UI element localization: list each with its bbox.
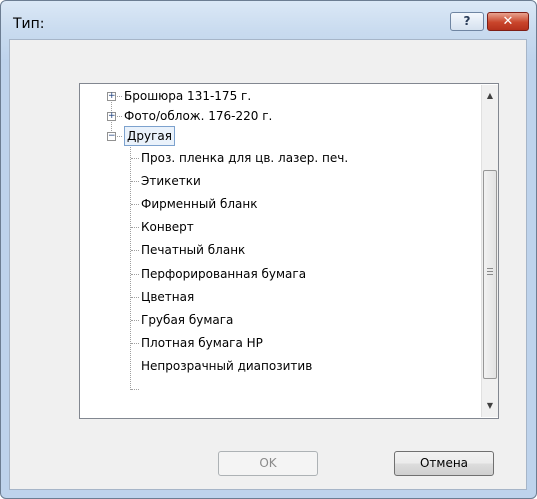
ok-button[interactable]: OK [218,451,318,476]
tree-connector [131,250,139,251]
scroll-up-arrow-icon[interactable]: ▲ [482,87,498,104]
tree-item-labels[interactable]: Этикетки [141,172,201,190]
dialog-title: Тип: [13,16,45,32]
dialog-window: Тип: ? ✕ + Брошюра 131-175 г. + Фото/обл… [0,0,537,499]
media-type-tree[interactable]: + Брошюра 131-175 г. + Фото/облож. 176-2… [79,83,499,419]
tree-connector [131,181,139,182]
tree-connector [131,158,139,159]
cancel-button[interactable]: Отмена [394,451,494,476]
tree-connector [131,227,139,228]
tree-connector [131,343,139,344]
expand-icon[interactable]: + [107,112,116,121]
tree-connector [131,204,139,205]
expand-icon[interactable]: + [107,92,116,101]
scroll-down-arrow-icon[interactable]: ▼ [482,397,498,414]
tree-item-transparency[interactable]: Проз. пленка для цв. лазер. печ. [141,149,348,167]
tree-item-envelope[interactable]: Конверт [141,218,194,236]
tree-item-prepunched[interactable]: Перфорированная бумага [141,265,306,283]
tree-item-preprinted[interactable]: Печатный бланк [141,241,245,259]
tree-item-colored[interactable]: Цветная [141,288,194,306]
tree-item-brochure[interactable]: Брошюра 131-175 г. [124,87,251,105]
collapse-icon[interactable]: − [107,132,116,141]
tree-connector [117,116,122,117]
tree-connector [117,136,122,137]
tree-connector [131,274,139,275]
scrollbar-thumb[interactable] [483,170,497,379]
tree-item-hp-tough[interactable]: Плотная бумага HP [141,334,263,352]
tree-connector [131,320,139,321]
tree-connector [131,297,139,298]
tree-item-other[interactable]: Другая [124,126,175,146]
grip-icon [487,268,493,275]
dialog-client-area: + Брошюра 131-175 г. + Фото/облож. 176-2… [9,39,527,490]
close-button[interactable]: ✕ [487,12,529,31]
tree-item-photo-cover[interactable]: Фото/облож. 176-220 г. [124,107,272,125]
tree-item-rough[interactable]: Грубая бумага [141,311,233,329]
tree-item-letterhead[interactable]: Фирменный бланк [141,195,257,213]
help-button[interactable]: ? [450,12,484,31]
tree-connector [117,96,122,97]
tree-item-opaque-film[interactable]: Непрозрачный диапозитив [141,357,312,375]
tree-connector [131,389,139,390]
tree-scrollbar[interactable]: ▲ ▼ [481,85,498,417]
